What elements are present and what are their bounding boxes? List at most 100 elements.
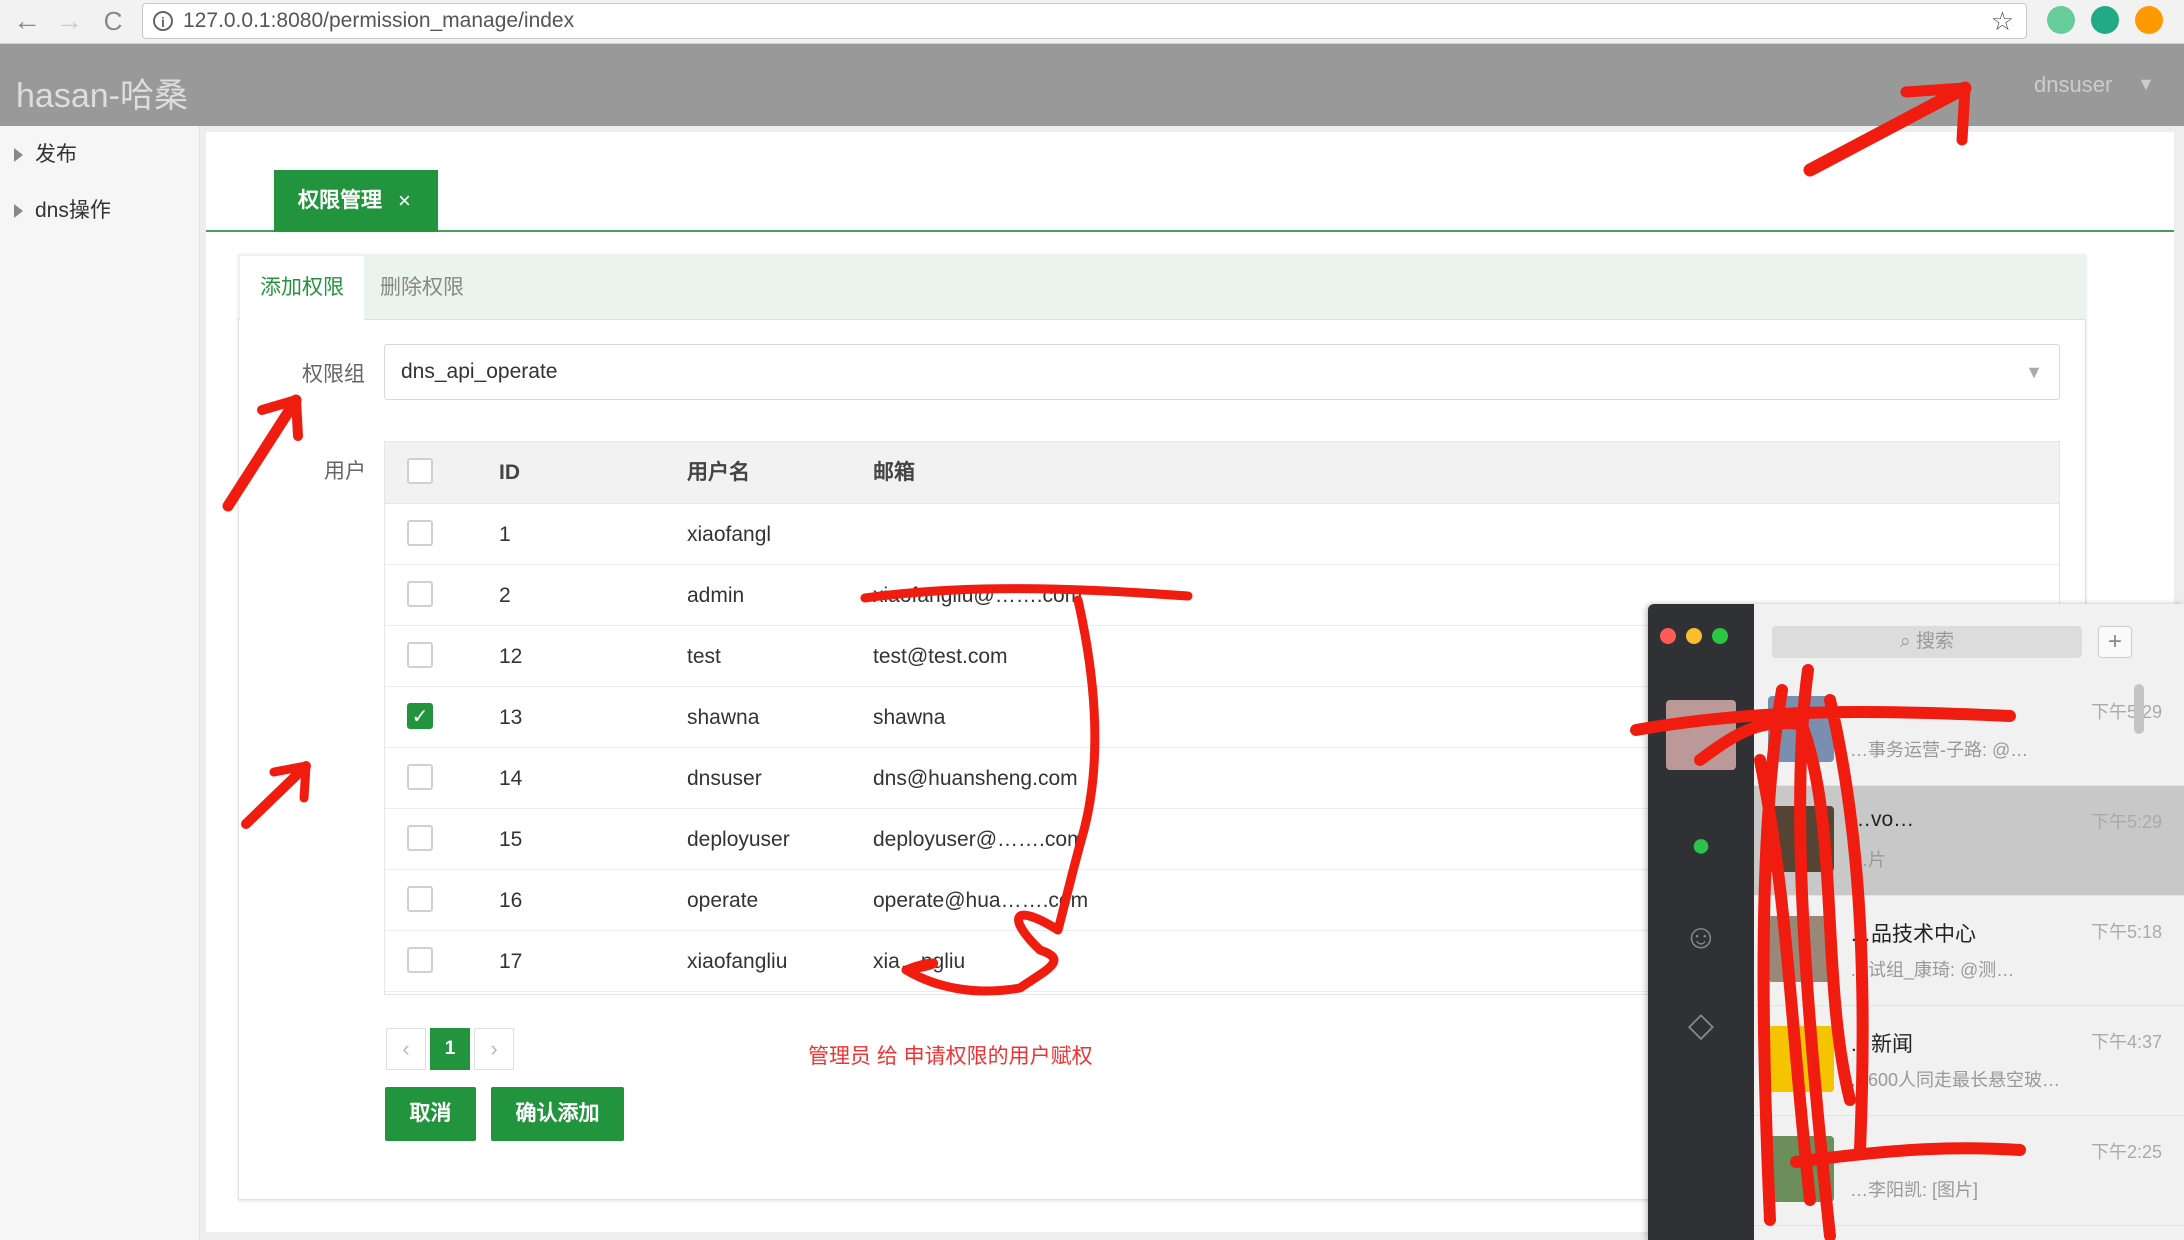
- site-info-icon[interactable]: i: [153, 11, 173, 31]
- avatar[interactable]: [1666, 700, 1736, 770]
- url-text[interactable]: 127.0.0.1:8080/permission_manage/index: [183, 4, 574, 38]
- cell-username: xiaofangl: [687, 523, 772, 546]
- chat-preview: …李阳凯: [图片]: [1850, 1180, 1979, 1200]
- user-menu[interactable]: dnsuser: [2034, 72, 2112, 98]
- sidebar-item-publish[interactable]: 发布: [14, 138, 77, 168]
- reload-icon[interactable]: C: [96, 4, 130, 38]
- chat-list-item[interactable]: …品技术中心 下午5:18 …试组_康琦: @测…: [1754, 896, 2184, 1006]
- chat-time: 下午5:29: [2090, 812, 2162, 832]
- sidebar: 发布 dns操作: [0, 126, 200, 1240]
- contacts-icon[interactable]: ☺: [1680, 916, 1722, 958]
- annotation-note: 管理员 给 申请权限的用户赋权: [808, 1045, 1093, 1068]
- chat-avatar: [1768, 1136, 1834, 1202]
- row-checkbox[interactable]: [407, 520, 433, 546]
- cell-email: dns@huansheng.com: [873, 767, 1078, 790]
- cancel-button[interactable]: 取消: [385, 1087, 476, 1141]
- chat-preview: …片: [1850, 850, 1886, 870]
- cell-username: dnsuser: [687, 767, 762, 790]
- chat-name: …vo…: [1850, 808, 1915, 831]
- chat-name: ……: [1850, 698, 1892, 721]
- select-value: dns_api_operate: [401, 360, 558, 383]
- chat-name: ……: [1850, 1138, 1892, 1161]
- box-icon[interactable]: ◇: [1680, 1004, 1722, 1046]
- triangle-right-icon: [14, 148, 23, 163]
- bookmark-star-icon[interactable]: ☆: [1991, 4, 2014, 38]
- table-row[interactable]: 1 xiaofangl: [385, 504, 2059, 565]
- wechat-sidebar: ● ☺ ◇: [1648, 604, 1754, 1240]
- search-placeholder: 搜索: [1915, 631, 1954, 652]
- column-header-email: 邮箱: [873, 461, 915, 484]
- caret-down-icon[interactable]: ▼: [2137, 74, 2155, 95]
- tab-bar-divider: [206, 230, 2174, 232]
- row-checkbox[interactable]: [407, 642, 433, 668]
- forward-icon[interactable]: →: [52, 4, 86, 38]
- close-icon[interactable]: ×: [398, 170, 411, 232]
- page-prev-button[interactable]: ‹: [386, 1028, 426, 1070]
- chat-list-item[interactable]: …vo… 下午5:29 …片: [1754, 786, 2184, 896]
- cell-username: shawna: [687, 706, 760, 729]
- back-icon[interactable]: ←: [10, 4, 44, 38]
- chat-icon[interactable]: ●: [1680, 824, 1722, 866]
- address-bar[interactable]: i 127.0.0.1:8080/permission_manage/index…: [142, 3, 2027, 39]
- cell-id: 17: [499, 950, 523, 973]
- chat-time: 下午4:37: [2090, 1032, 2162, 1052]
- add-chat-button[interactable]: +: [2098, 626, 2132, 658]
- tab-permission-manage[interactable]: 权限管理: [274, 170, 438, 232]
- extension-icon[interactable]: [2135, 6, 2163, 34]
- cell-id: 2: [499, 584, 511, 607]
- user-label: 用户: [324, 460, 366, 483]
- cell-email: deployuser@…….com: [873, 828, 1085, 851]
- page-1-button[interactable]: 1: [430, 1028, 470, 1070]
- subtab-delete-permission[interactable]: 删除权限: [380, 256, 464, 320]
- chevron-down-icon[interactable]: ▼: [2025, 345, 2043, 399]
- cell-email: operate@hua…….com: [873, 889, 1089, 912]
- cell-username: admin: [687, 584, 745, 607]
- cell-username: xiaofangliu: [687, 950, 788, 973]
- chat-avatar: [1768, 806, 1834, 872]
- row-checkbox[interactable]: [407, 947, 433, 973]
- cell-email: shawna: [873, 706, 946, 729]
- subtab-add-permission[interactable]: 添加权限: [240, 256, 364, 320]
- row-checkbox[interactable]: ✓: [407, 703, 433, 729]
- permission-group-label: 权限组: [302, 363, 365, 386]
- browser-toolbar: ← → C i 127.0.0.1:8080/permission_manage…: [0, 0, 2184, 44]
- confirm-add-button[interactable]: 确认添加: [491, 1087, 624, 1141]
- extension-icon[interactable]: [2091, 6, 2119, 34]
- cell-id: 15: [499, 828, 523, 851]
- permission-group-select[interactable]: dns_api_operate ▼: [384, 344, 2060, 400]
- triangle-right-icon: [14, 204, 23, 219]
- brand-logo[interactable]: hasan-哈桑: [16, 68, 188, 117]
- chat-name: …新闻: [1850, 1033, 1913, 1056]
- search-icon: ⌕: [1900, 631, 1911, 652]
- chat-list-item[interactable]: …新闻 下午4:37 …600人同走最长悬空玻…: [1754, 1006, 2184, 1116]
- maximize-window-icon[interactable]: [1712, 628, 1728, 644]
- row-checkbox[interactable]: [407, 886, 433, 912]
- chat-name: …品技术中心: [1850, 923, 1976, 946]
- cell-id: 12: [499, 645, 523, 668]
- wechat-window: ● ☺ ◇ ⌕ 搜索 + …… 下午5:29 …事务运营-子路: @… …vo… 下午5…: [1648, 604, 2184, 1240]
- table-header: ID 用户名 邮箱: [385, 442, 2059, 504]
- chat-list-item[interactable]: …… 下午5:29 …事务运营-子路: @…: [1754, 676, 2184, 786]
- page-next-button[interactable]: ›: [474, 1028, 514, 1070]
- column-header-id: ID: [499, 461, 520, 484]
- cell-username: operate: [687, 889, 759, 912]
- chat-preview: …试组_康琦: @测…: [1850, 960, 2015, 980]
- row-checkbox[interactable]: [407, 764, 433, 790]
- row-checkbox[interactable]: [407, 581, 433, 607]
- chat-list-item[interactable]: …… 下午2:25 …李阳凯: [图片]: [1754, 1116, 2184, 1226]
- close-window-icon[interactable]: [1660, 628, 1676, 644]
- cell-id: 16: [499, 889, 523, 912]
- cell-id: 1: [499, 523, 511, 546]
- select-all-checkbox[interactable]: [407, 458, 433, 484]
- scrollbar[interactable]: [2134, 684, 2144, 734]
- extension-icon[interactable]: [2047, 6, 2075, 34]
- cell-email: test@test.com: [873, 645, 1008, 668]
- row-checkbox[interactable]: [407, 825, 433, 851]
- chat-avatar: [1768, 916, 1834, 982]
- sidebar-item-dns[interactable]: dns操作: [14, 194, 111, 224]
- cell-id: 13: [499, 706, 523, 729]
- minimize-window-icon[interactable]: [1686, 628, 1702, 644]
- chat-time: 下午2:25: [2090, 1142, 2162, 1162]
- cell-email: xia…ngliu: [873, 950, 966, 973]
- wechat-search-input[interactable]: ⌕ 搜索: [1772, 626, 2082, 658]
